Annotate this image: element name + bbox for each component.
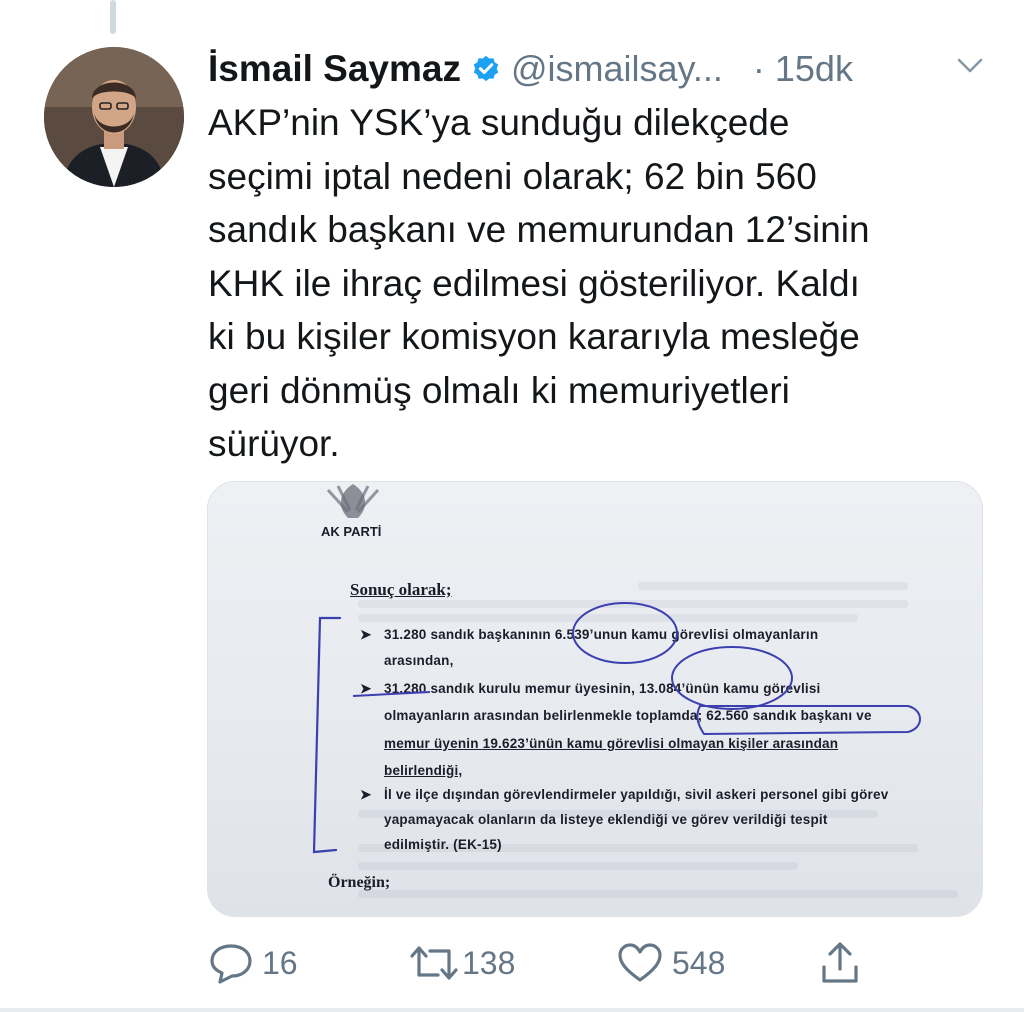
tweet-actions: 16 138 548 xyxy=(208,938,908,988)
like-button[interactable]: 548 xyxy=(616,938,725,988)
divider xyxy=(0,1008,1024,1012)
chevron-down-icon[interactable] xyxy=(956,56,984,76)
tweet-image[interactable]: AK PARTİ Sonuç olarak; ➤ 31.280 sandık b… xyxy=(207,481,983,917)
document-photo: AK PARTİ Sonuç olarak; ➤ 31.280 sandık b… xyxy=(208,482,982,916)
timestamp[interactable]: · 15dk xyxy=(753,48,853,90)
verified-badge-icon xyxy=(473,55,499,82)
retweet-icon xyxy=(410,946,458,980)
reply-icon xyxy=(210,944,252,984)
pen-annotations xyxy=(312,602,921,854)
tweet-header: İsmail Saymaz @ismailsay... · 15dk xyxy=(208,44,984,94)
share-button[interactable] xyxy=(818,938,862,988)
like-icon xyxy=(618,943,662,982)
reply-count: 16 xyxy=(262,944,298,981)
thread-connector-line xyxy=(110,0,116,34)
avatar[interactable] xyxy=(44,47,184,187)
share-icon xyxy=(822,942,858,983)
reply-button[interactable]: 16 xyxy=(208,938,298,988)
tweet-text: AKP’nin YSK’ya sunduğu dilekçede seçimi … xyxy=(208,102,870,464)
author-handle[interactable]: @ismailsay... xyxy=(511,48,723,90)
like-count: 548 xyxy=(672,944,726,981)
author-name[interactable]: İsmail Saymaz xyxy=(208,48,461,90)
retweet-count: 138 xyxy=(462,944,516,981)
retweet-button[interactable]: 138 xyxy=(408,938,515,988)
